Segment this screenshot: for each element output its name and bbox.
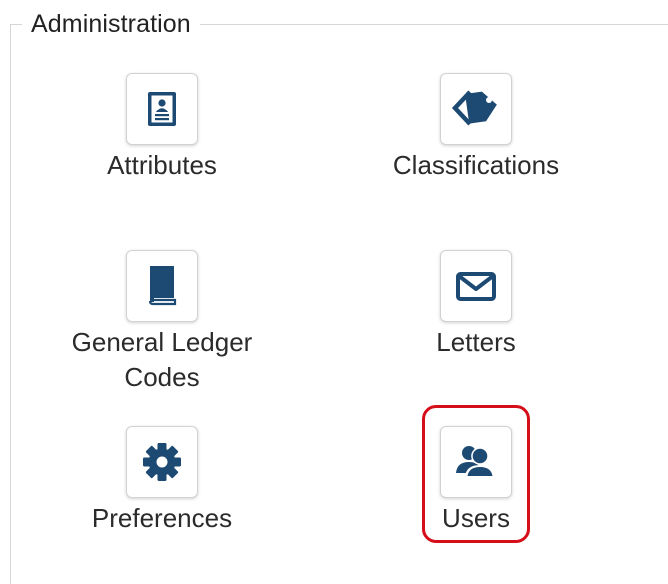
classifications-tile[interactable]: Classifications	[356, 73, 596, 183]
letters-label: Letters	[436, 327, 516, 357]
id-card-icon	[148, 92, 176, 126]
general-ledger-codes-label: General Ledger Codes	[42, 325, 282, 395]
general-ledger-codes-icon-button[interactable]	[126, 250, 198, 322]
attributes-icon-button[interactable]	[126, 73, 198, 145]
classifications-icon-button[interactable]	[440, 73, 512, 145]
book-icon	[148, 266, 177, 306]
general-ledger-codes-tile[interactable]: General Ledger Codes	[42, 250, 282, 395]
gear-icon	[143, 443, 181, 481]
users-highlight-annotation	[422, 405, 530, 543]
envelope-icon	[456, 272, 496, 301]
general-ledger-codes-label-line2: Codes	[124, 362, 200, 392]
tags-icon	[451, 90, 497, 126]
preferences-tile[interactable]: Preferences	[42, 426, 282, 536]
preferences-icon-button[interactable]	[126, 426, 198, 498]
letters-tile[interactable]: Letters	[356, 250, 596, 360]
letters-icon-button[interactable]	[440, 250, 512, 322]
classifications-label: Classifications	[392, 150, 560, 180]
preferences-label: Preferences	[91, 503, 233, 533]
administration-panel: Administration Attributes Classification…	[0, 0, 668, 584]
section-title: Administration	[22, 6, 200, 42]
general-ledger-codes-label-line1: General Ledger	[71, 327, 253, 357]
attributes-label: Attributes	[107, 150, 217, 180]
attributes-tile[interactable]: Attributes	[42, 73, 282, 183]
